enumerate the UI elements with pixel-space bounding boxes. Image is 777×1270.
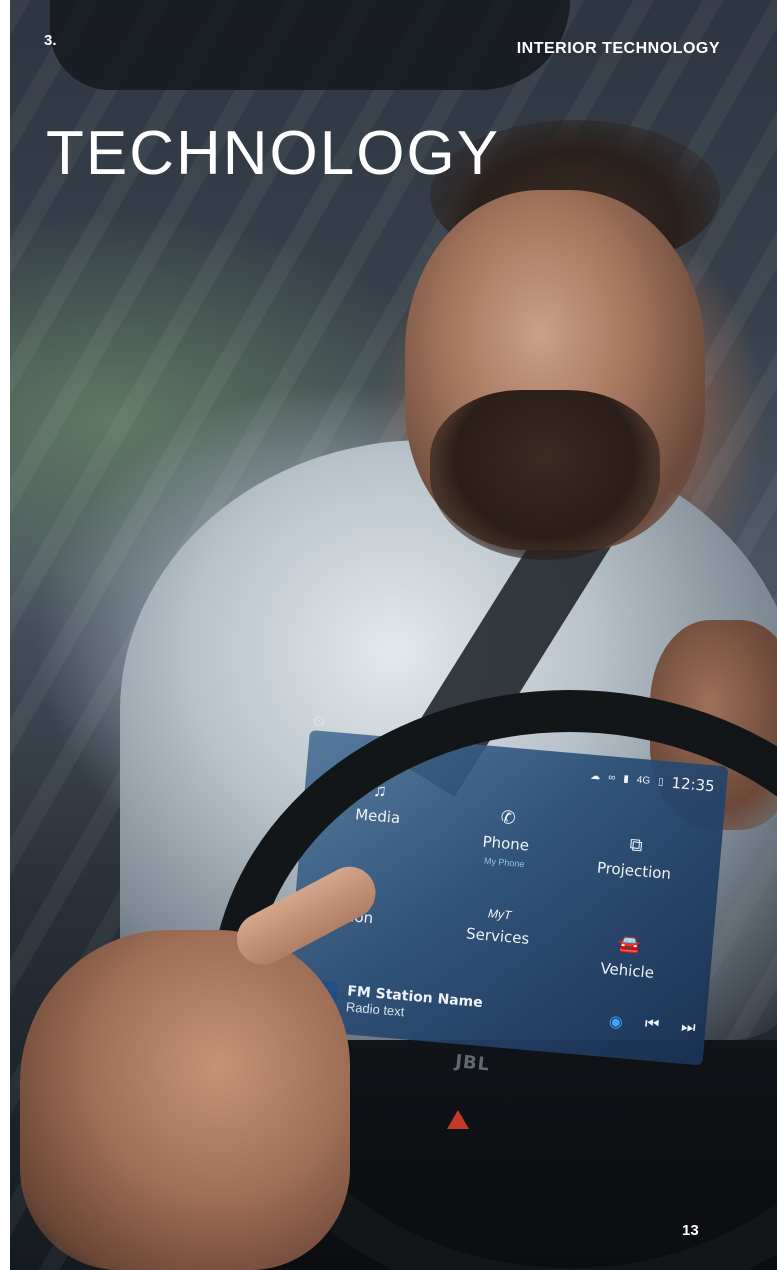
page-number: 13 (682, 1222, 699, 1239)
rearview-mirror (50, 0, 570, 90)
settings-gear-icon[interactable]: ⚙ (312, 712, 326, 732)
driver-left-hand (20, 930, 350, 1270)
page-title: TECHNOLOGY (46, 119, 501, 188)
hero-photo: JBL ☁ ∞ ▮ 4G ▯ 12:35 ♫ Media ✆ Phone My … (10, 0, 777, 1270)
section-title: INTERIOR TECHNOLOGY (516, 40, 720, 57)
chapter-number: 3. (44, 32, 57, 49)
driver-beard (430, 390, 660, 560)
